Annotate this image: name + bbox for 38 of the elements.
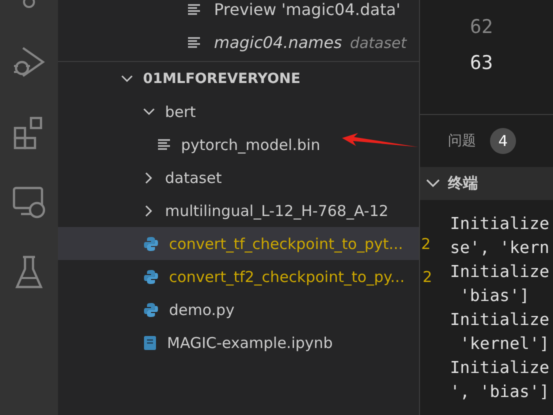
tree-item[interactable]: multilingual_L-12_H-768_A-12 (58, 194, 419, 227)
terminal-line: Initialize (450, 309, 550, 331)
terminal-line: 'kernel'] (458, 333, 550, 355)
tree-label: demo.py (169, 300, 234, 318)
tree-item[interactable]: pytorch_model.bin (58, 128, 419, 161)
section-title: 终端 (448, 174, 478, 193)
outline-description: dataset (350, 34, 407, 52)
tree-label: convert_tf2_checkpoint_to_py... (169, 268, 405, 286)
tree-item[interactable]: dataset (58, 161, 419, 194)
tab-label: 问题 (448, 132, 476, 150)
tree-label: dataset (165, 168, 222, 186)
section-title: 01MLFOREVERYONE (143, 70, 300, 86)
tree-item[interactable]: demo.py (58, 293, 419, 326)
tree-item[interactable]: MAGIC-example.ipynb (58, 326, 419, 359)
folder-section-header[interactable]: 01MLFOREVERYONE (58, 62, 419, 95)
problem-count: 2 (422, 268, 432, 286)
tree-label: multilingual_L-12_H-768_A-12 (165, 202, 388, 220)
outline-item[interactable]: Preview 'magic04.data' (58, 0, 419, 26)
outline-label: magic04.names (214, 33, 342, 52)
line-number: 63 (469, 51, 494, 76)
tree-label: MAGIC-example.ipynb (167, 334, 333, 352)
line-number: 62 (469, 15, 494, 40)
panel-tab[interactable]: 问题 4 (448, 128, 516, 154)
tree-label: bert (165, 102, 196, 120)
problem-count: 2 (421, 234, 431, 252)
terminal-line: 'bias'] (458, 285, 530, 307)
count-badge: 4 (490, 128, 516, 154)
terminal-line: Initialize (450, 261, 550, 283)
tree-item[interactable]: bert (58, 95, 419, 128)
tree-label: pytorch_model.bin (181, 136, 320, 154)
terminal-line: se', 'kern (450, 237, 550, 259)
terminal-section-header[interactable]: 终端 (420, 167, 553, 200)
tree-label: convert_tf_checkpoint_to_pyt... (169, 234, 404, 252)
terminal-line: Initialize (450, 357, 550, 379)
outline-label: Preview 'magic04.data' (214, 0, 400, 19)
terminal-line: Initialize (450, 213, 550, 235)
outline-item[interactable]: magic04.names dataset (58, 26, 419, 59)
terminal-line: ', 'bias'] (450, 381, 550, 403)
